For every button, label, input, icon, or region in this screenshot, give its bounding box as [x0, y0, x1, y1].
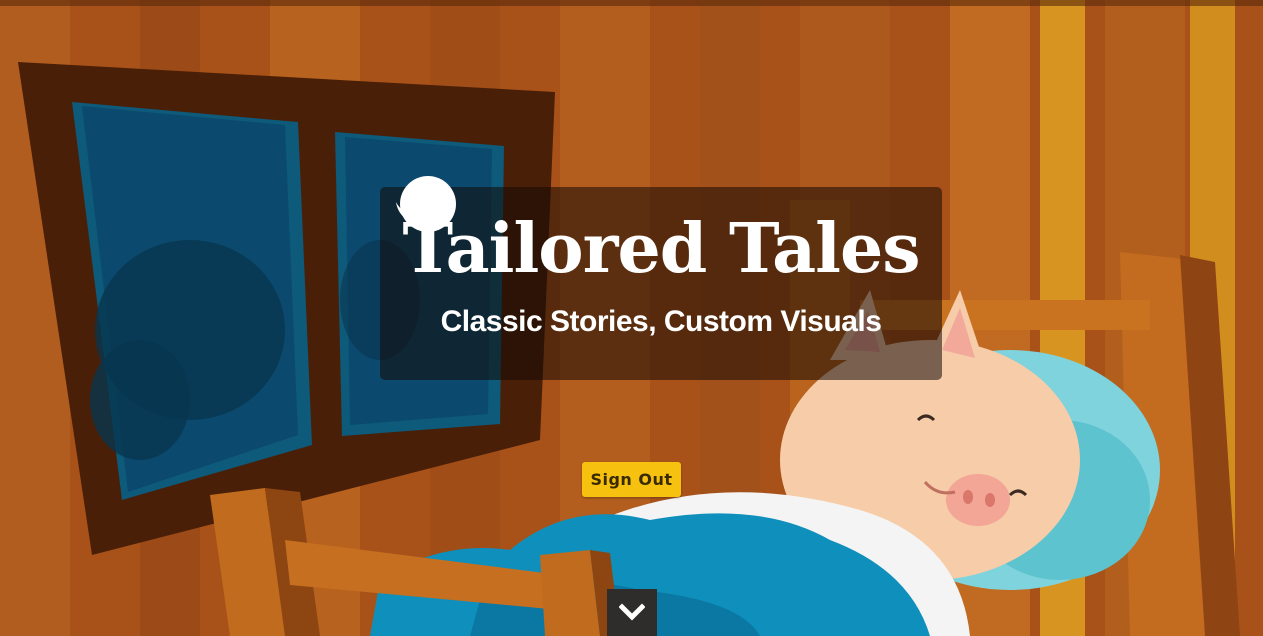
page-subtitle: Classic Stories, Custom Visuals	[440, 305, 882, 338]
scroll-down-button[interactable]	[607, 589, 657, 636]
sign-out-button[interactable]: Sign Out	[582, 462, 681, 497]
chevron-down-icon	[619, 603, 645, 621]
crescent-moon-icon	[396, 176, 456, 232]
